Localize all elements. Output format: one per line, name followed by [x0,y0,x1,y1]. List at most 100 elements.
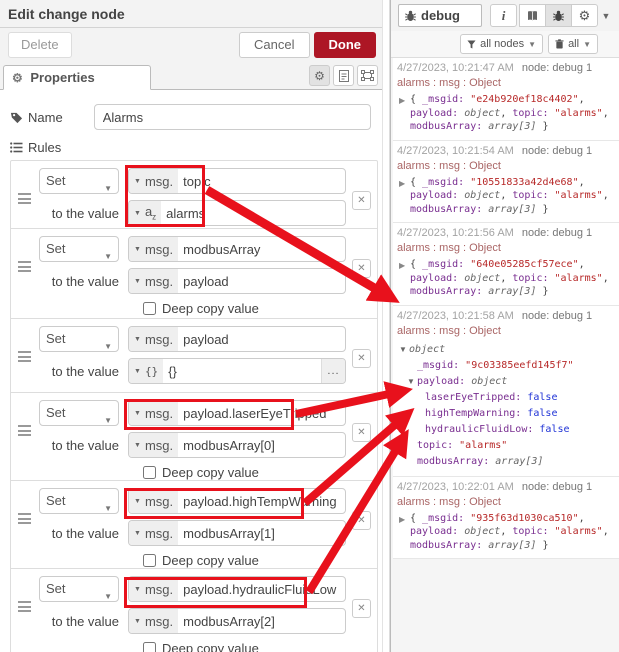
debug-token: array[3] [488,121,536,132]
expand-caret-icon[interactable]: ▶ [399,513,405,527]
remove-rule-button[interactable]: ✕ [352,259,371,278]
value-text: {} [163,364,321,379]
debug-token: modbusArray: [410,204,488,215]
tab-debug[interactable]: debug [398,4,482,27]
value-typed-input[interactable]: ▼azalarms [128,200,346,226]
remove-rule-button[interactable]: ✕ [352,191,371,210]
property-type-button[interactable]: ▼msg. [129,169,178,193]
deep-copy-checkbox[interactable] [143,302,156,315]
expand-editor-button[interactable]: ... [321,359,345,383]
debug-token: topic: [512,190,554,201]
debug-token: payload: [410,526,464,537]
debug-token: , [579,259,585,270]
value-type-button[interactable]: ▼msg. [129,521,178,545]
remove-rule-button[interactable]: ✕ [352,349,371,368]
value-text: alarms [161,206,345,221]
action-select-value: Set [46,173,66,188]
node-red-window: Edit change node Delete Cancel Done ⚙ Pr… [0,0,619,652]
delete-button[interactable]: Delete [8,32,72,58]
value-type-button[interactable]: ▼msg. [129,609,178,633]
value-typed-input[interactable]: ▼msg.modbusArray[1] [128,520,346,546]
cancel-button[interactable]: Cancel [239,32,309,58]
drag-handle-icon[interactable] [18,351,31,362]
value-type-button[interactable]: ▼msg. [129,269,178,293]
description-button[interactable] [333,65,354,86]
collapse-caret-icon[interactable]: ▼ [407,374,415,390]
debug-token: , [500,108,512,119]
action-select[interactable]: Set▼ [39,400,119,426]
property-type-button[interactable]: ▼msg. [129,237,178,261]
action-select[interactable]: Set▼ [39,488,119,514]
rule-value-row: to the value▼msg.modbusArray[0] [39,432,346,458]
sidebar-menu-caret-icon[interactable]: ▼ [598,11,614,21]
value-typed-input[interactable]: ▼msg.modbusArray[0] [128,432,346,458]
action-select[interactable]: Set▼ [39,576,119,602]
debug-message: 4/27/2023, 10:21:47 AMnode: debug 1alarm… [393,58,619,141]
value-typed-input[interactable]: ▼msg.modbusArray[2] [128,608,346,634]
collapse-caret-icon[interactable]: ▼ [399,342,407,358]
tab-properties[interactable]: ⚙ Properties [3,65,151,90]
debug-token: { [410,177,422,188]
property-type-button[interactable]: ▼msg. [129,577,178,601]
value-typed-input[interactable]: ▼{}{}... [128,358,346,384]
appearance-button[interactable] [357,65,378,86]
debug-tab-button[interactable] [545,4,572,27]
property-type-button[interactable]: ▼msg. [129,489,178,513]
property-typed-input[interactable]: ▼msg.modbusArray [128,236,346,262]
info-tab-button[interactable]: i [490,4,517,27]
edit-properties-button[interactable]: ⚙ [309,65,330,86]
action-select-value: Set [46,405,66,420]
panel-resize-sash[interactable] [382,0,390,652]
property-typed-input[interactable]: ▼msg.payload.highTempWarning [128,488,346,514]
debug-token: , [500,190,512,201]
property-typed-input[interactable]: ▼msg.topic [128,168,346,194]
value-type-label: msg. [145,438,173,453]
debug-token: _msgid: [422,513,470,524]
remove-rule-button[interactable]: ✕ [352,511,371,530]
drag-handle-icon[interactable] [18,193,31,204]
tree-row: highTempWarning: false [397,406,615,422]
chevron-down-icon: ▼ [104,177,112,201]
expand-caret-icon[interactable]: ▶ [399,94,405,108]
message-meta: alarms : msg : Object [397,242,615,255]
drag-handle-icon[interactable] [18,513,31,524]
debug-token: "alarms" [555,526,603,537]
remove-rule-button[interactable]: ✕ [352,423,371,442]
value-typed-input[interactable]: ▼msg.payload [128,268,346,294]
action-select[interactable]: Set▼ [39,236,119,262]
property-typed-input[interactable]: ▼msg.payload [128,326,346,352]
action-select[interactable]: Set▼ [39,326,119,352]
remove-rule-button[interactable]: ✕ [352,599,371,618]
action-select[interactable]: Set▼ [39,168,119,194]
drag-handle-icon[interactable] [18,601,31,612]
expand-caret-icon[interactable]: ▶ [399,259,405,273]
value-type-button[interactable]: ▼az [129,201,161,225]
help-tab-button[interactable] [519,4,546,27]
config-tab-button[interactable]: ⚙ [571,4,598,27]
done-button[interactable]: Done [314,32,377,58]
property-typed-input[interactable]: ▼msg.payload.hydraulicFluidLow [128,576,346,602]
property-value: modbusArray [178,242,345,257]
deep-copy-checkbox[interactable] [143,554,156,567]
value-type-button[interactable]: ▼{} [129,359,163,383]
value-type-button[interactable]: ▼msg. [129,433,178,457]
property-typed-input[interactable]: ▼msg.payload.laserEyeTripped [128,400,346,426]
rule-row-2: Set▼▼msg.modbusArrayto the value▼msg.pay… [11,228,377,318]
filter-nodes-button[interactable]: all nodes ▼ [460,34,543,54]
clear-messages-button[interactable]: all ▼ [548,34,598,54]
debug-token: "935f63d1030ca510" [470,513,578,524]
debug-token: { [410,94,422,105]
property-type-button[interactable]: ▼msg. [129,401,178,425]
property-type-label: msg. [145,242,173,257]
deep-copy-checkbox[interactable] [143,642,156,652]
debug-token: _msgid: [417,360,465,371]
debug-token: _msgid: [422,94,470,105]
deep-copy-checkbox[interactable] [143,466,156,479]
drag-handle-icon[interactable] [18,425,31,436]
property-type-button[interactable]: ▼msg. [129,327,178,351]
expand-caret-icon[interactable]: ▶ [399,177,405,191]
debug-message: 4/27/2023, 10:22:01 AMnode: debug 1alarm… [393,477,619,560]
name-input[interactable] [94,104,371,130]
debug-message: 4/27/2023, 10:21:56 AMnode: debug 1alarm… [393,223,619,306]
drag-handle-icon[interactable] [18,261,31,272]
